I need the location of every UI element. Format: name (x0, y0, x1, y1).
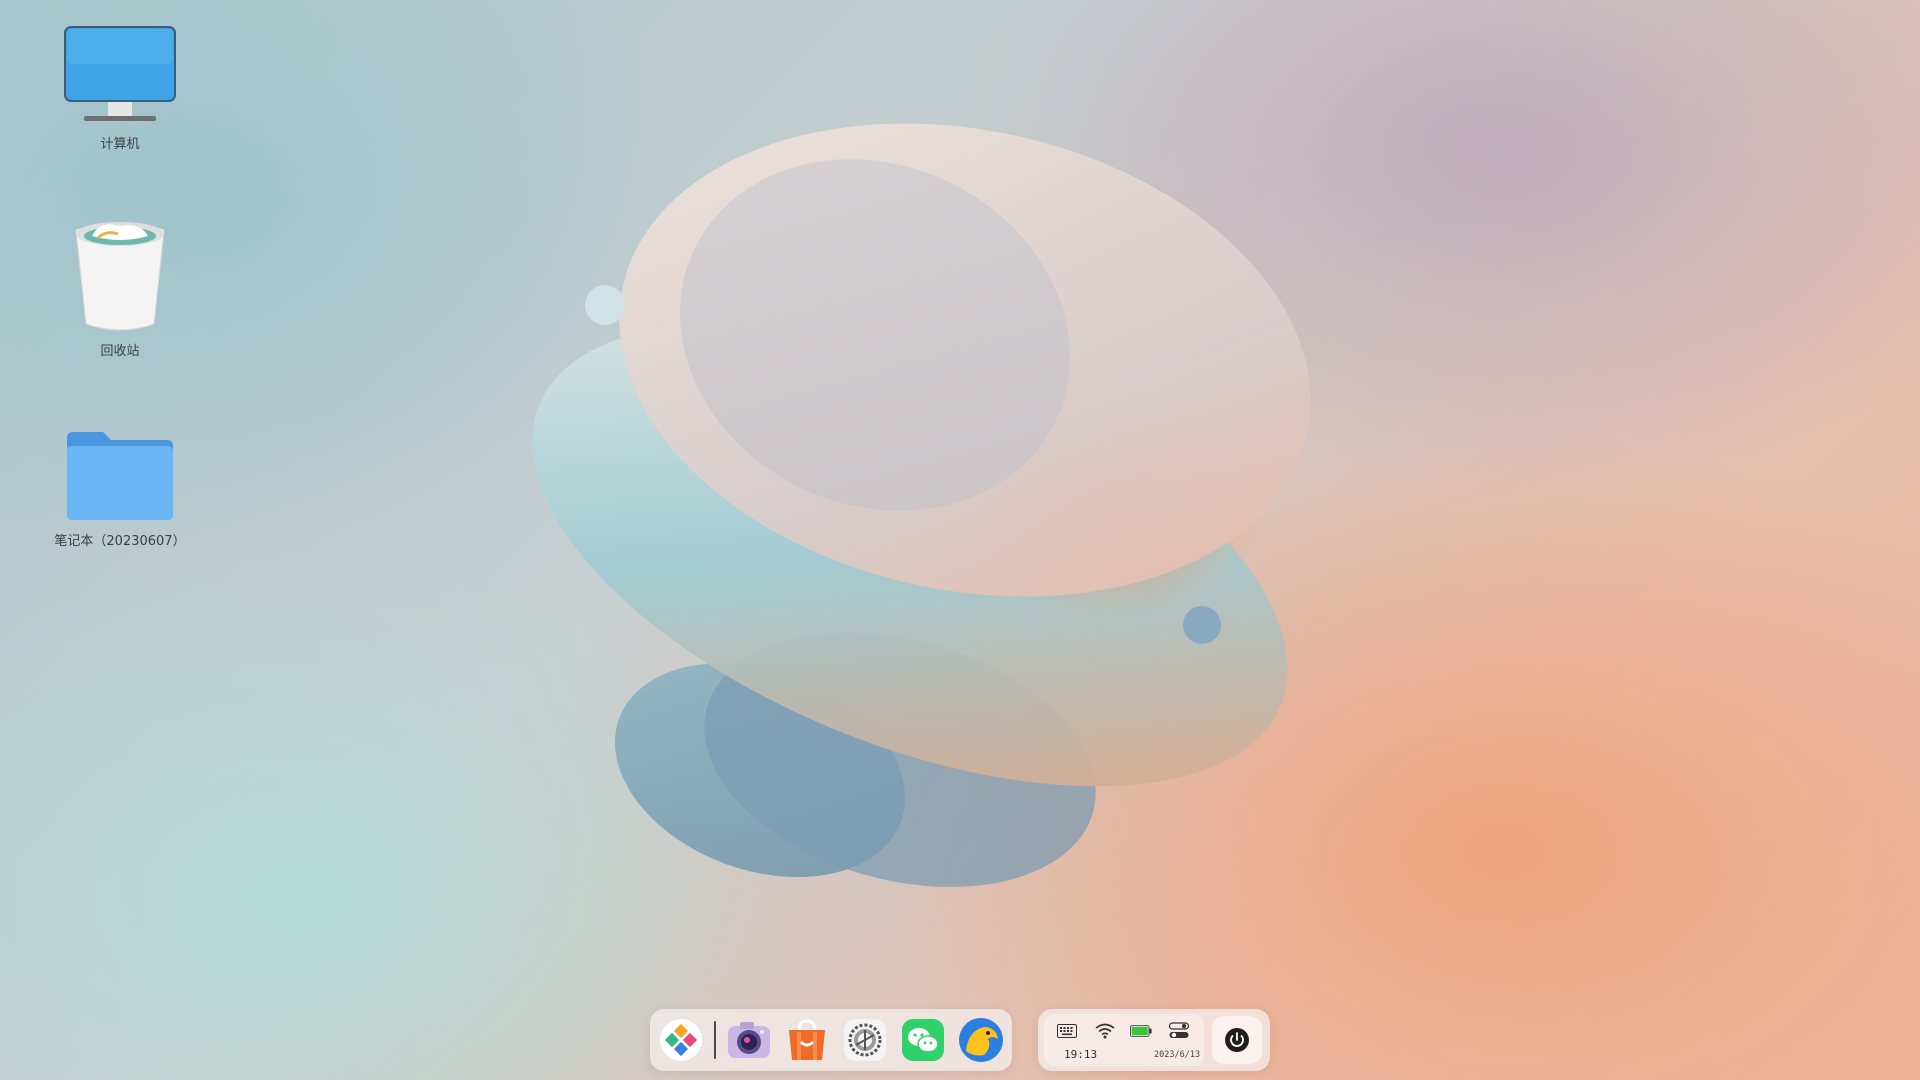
app-store-icon (789, 1019, 825, 1060)
computer-monitor-icon (64, 26, 176, 121)
keyboard-icon[interactable] (1056, 1022, 1078, 1040)
folder-icon (67, 432, 173, 520)
dock-app-browser[interactable] (958, 1017, 1004, 1063)
dock-separator (714, 1021, 716, 1059)
battery-icon[interactable] (1130, 1022, 1152, 1040)
desktop-icon-trash[interactable]: 回收站 (45, 220, 195, 359)
wifi-icon[interactable] (1094, 1022, 1116, 1040)
dock (650, 1009, 1012, 1071)
desktop-icon-label: 计算机 (100, 137, 140, 152)
system-tray: 19:13 2023/6/13 (1038, 1009, 1270, 1071)
desktop-icon-folder[interactable]: 笔记本（20230607） (45, 430, 195, 549)
dock-app-launcher[interactable] (658, 1017, 704, 1063)
trash-bin-icon (75, 222, 165, 331)
desktop-icon-label: 回收站 (100, 344, 140, 359)
dock-app-store[interactable] (784, 1017, 830, 1063)
desktop-icon-label: 笔记本（20230607） (54, 534, 186, 549)
dock-app-wechat[interactable] (900, 1017, 946, 1063)
settings-gear-icon (844, 1019, 886, 1061)
clock-time: 19:13 (1064, 1048, 1098, 1061)
camera-icon (728, 1022, 770, 1058)
dock-app-camera[interactable] (726, 1017, 772, 1063)
browser-icon (959, 1018, 1003, 1062)
dock-app-settings[interactable] (842, 1017, 888, 1063)
desktop-icon-computer[interactable]: 计算机 (45, 25, 195, 152)
launcher-icon (660, 1019, 702, 1061)
power-button[interactable] (1212, 1016, 1262, 1064)
clock-date: 2023/6/13 (1154, 1050, 1201, 1060)
wechat-icon (902, 1019, 944, 1061)
wallpaper-sculpture (532, 123, 1311, 887)
toggles-icon[interactable] (1168, 1022, 1190, 1040)
tray-status-panel[interactable]: 19:13 2023/6/13 (1044, 1014, 1204, 1066)
power-icon (1225, 1028, 1249, 1052)
